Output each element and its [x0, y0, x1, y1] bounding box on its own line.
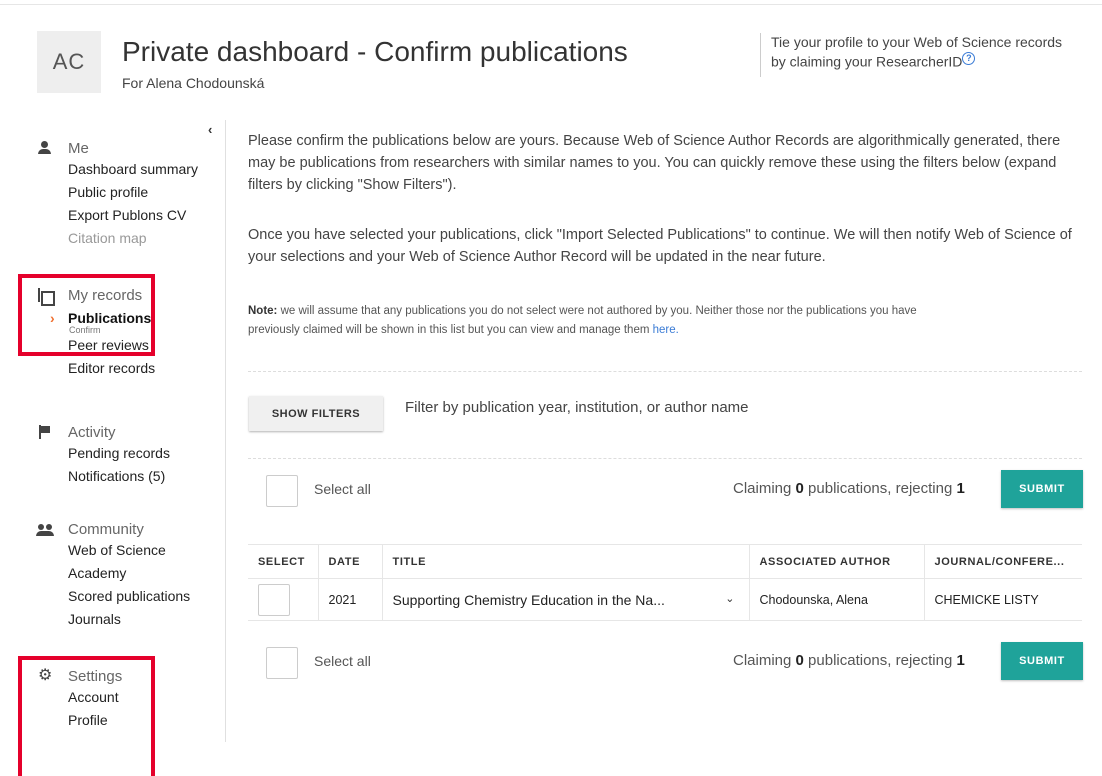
claiming-count: 0 [795, 652, 804, 669]
rejecting-prefix: publications, rejecting [808, 480, 953, 497]
column-header-journal[interactable]: JOURNAL/CONFERE... [923, 544, 1082, 579]
sidebar-item-export-cv[interactable]: Export Publons CV [38, 204, 226, 227]
divider [248, 458, 1082, 459]
rejecting-prefix: publications, rejecting [808, 652, 953, 669]
sidebar-section-activity: Activity Pending records Notifications (… [38, 422, 226, 488]
top-divider [0, 0, 1102, 5]
intro-paragraph: Please confirm the publications below ar… [248, 133, 1061, 193]
claiming-prefix: Claiming [733, 652, 792, 669]
column-header-title[interactable]: TITLE [381, 544, 749, 579]
sidebar-item-public-profile[interactable]: Public profile [38, 181, 226, 204]
divider [248, 371, 1082, 372]
sidebar-item-citation-map[interactable]: Citation map [38, 227, 226, 250]
sidebar-item-web-of-science[interactable]: Web of Science [38, 539, 226, 562]
row-checkbox[interactable] [258, 583, 290, 616]
sidebar-item-dashboard-summary[interactable]: Dashboard summary [38, 158, 226, 181]
person-icon [38, 141, 52, 155]
sidebar-heading-activity: Activity [38, 422, 226, 442]
show-filters-button[interactable]: SHOW FILTERS [249, 396, 383, 431]
sidebar-section-community: Community Web of Science Academy Scored … [36, 519, 226, 631]
note-label: Note: [248, 305, 278, 317]
sidebar-heading-label: Me [68, 139, 89, 157]
chevron-down-icon[interactable]: ⌄ [725, 592, 734, 605]
note-paragraph: Note: we will assume that any publicatio… [248, 302, 968, 340]
column-header-select: SELECT [248, 544, 318, 579]
sidebar: ‹ Me Dashboard summary Public profile Ex… [36, 120, 226, 742]
claiming-count: 0 [795, 480, 804, 497]
page-title: Private dashboard - Confirm publications [122, 36, 628, 67]
sidebar-item-notifications[interactable]: Notifications (5) [38, 465, 226, 488]
sidebar-heading-me: Me [38, 138, 226, 158]
column-header-date[interactable]: DATE [317, 544, 382, 579]
row-select-cell [248, 578, 318, 621]
table-header-row: SELECT DATE TITLE ASSOCIATED AUTHOR JOUR… [248, 544, 1082, 579]
sidebar-heading-community: Community [36, 519, 226, 539]
claim-researcherid-text: Tie your profile to your Web of Science … [771, 34, 1063, 70]
claim-status-bottom: Claiming 0 publications, rejecting 1 [733, 652, 965, 669]
collapse-sidebar-icon[interactable]: ‹ [208, 122, 212, 137]
sidebar-item-journals[interactable]: Journals [38, 608, 226, 631]
sidebar-heading-label: Community [68, 520, 144, 538]
rejecting-count: 1 [956, 480, 965, 497]
row-author: Chodounska, Alena [748, 578, 924, 621]
sidebar-item-editor-records[interactable]: Editor records [38, 357, 226, 380]
flag-icon [38, 425, 52, 439]
claim-status: Claiming 0 publications, rejecting 1 [733, 480, 965, 497]
sidebar-item-scored-publications[interactable]: Scored publications [38, 585, 226, 608]
sidebar-item-academy[interactable]: Academy [38, 562, 226, 585]
publications-table: SELECT DATE TITLE ASSOCIATED AUTHOR JOUR… [248, 544, 1082, 621]
column-header-author[interactable]: ASSOCIATED AUTHOR [748, 544, 924, 579]
highlight-box-my-records [18, 274, 155, 356]
select-all-label: Select all [314, 481, 371, 497]
filter-hint: Filter by publication year, institution,… [405, 399, 749, 416]
submit-button-bottom[interactable]: SUBMIT [1001, 642, 1083, 680]
help-icon[interactable]: ? [962, 52, 976, 65]
people-icon [36, 522, 54, 536]
page-subtitle: For Alena Chodounská [122, 75, 265, 91]
intro-paragraph-2: Once you have selected your publications… [248, 227, 1072, 265]
rejecting-count: 1 [956, 652, 965, 669]
highlight-box-settings [18, 656, 155, 776]
sidebar-heading-label: Activity [68, 423, 116, 441]
claim-researcherid-link[interactable]: Tie your profile to your Web of Science … [760, 33, 1080, 77]
manage-here-link[interactable]: here. [653, 324, 679, 336]
sidebar-section-me: Me Dashboard summary Public profile Expo… [38, 138, 226, 250]
claiming-prefix: Claiming [733, 480, 792, 497]
row-title: Supporting Chemistry Education in the Na… [392, 591, 665, 608]
select-all-checkbox[interactable] [266, 475, 298, 507]
sidebar-item-pending-records[interactable]: Pending records [38, 442, 226, 465]
row-date: 2021 [317, 578, 382, 621]
row-title-cell[interactable]: Supporting Chemistry Education in the Na… [381, 578, 749, 621]
main-content: Please confirm the publications below ar… [248, 130, 1088, 336]
select-all-label-bottom: Select all [314, 653, 371, 669]
select-all-checkbox-bottom[interactable] [266, 647, 298, 679]
table-row: 2021 Supporting Chemistry Education in t… [248, 578, 1082, 621]
avatar: AC [37, 31, 101, 93]
row-journal: CHEMICKE LISTY [923, 578, 1082, 621]
note-text: we will assume that any publications you… [248, 305, 917, 336]
submit-button[interactable]: SUBMIT [1001, 470, 1083, 508]
